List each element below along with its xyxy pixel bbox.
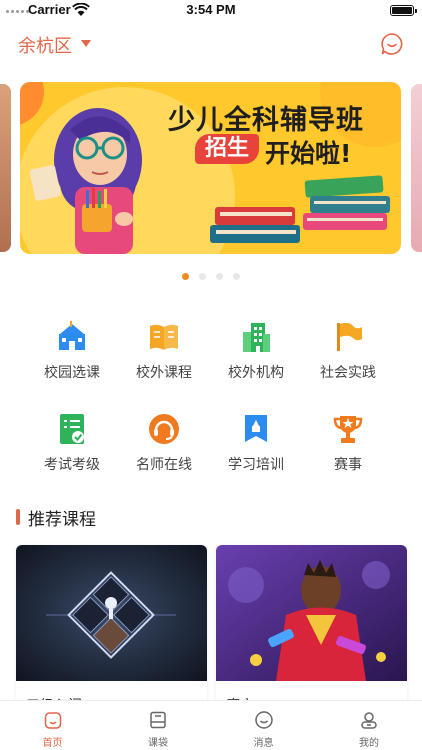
carousel-dot[interactable] <box>182 273 189 280</box>
banner-enroll-tag: 招生 <box>195 134 260 164</box>
category-item[interactable]: 名师在线 <box>118 410 210 480</box>
course-card[interactable]: 三级入门 <box>16 545 207 705</box>
carousel-dot[interactable] <box>233 273 240 280</box>
tab-course-bag[interactable]: 课袋 <box>106 701 211 750</box>
banner-next-slide[interactable] <box>411 84 422 252</box>
course-thumbnail <box>216 545 407 681</box>
checklist-icon <box>55 412 89 446</box>
tab-label: 课袋 <box>148 738 168 749</box>
bookmark-icon <box>239 412 273 446</box>
caret-down-icon[interactable] <box>81 40 91 47</box>
book-icon <box>147 320 181 354</box>
category-item[interactable]: 校园选课 <box>26 318 118 388</box>
chat-bubble-icon[interactable] <box>380 32 404 56</box>
tab-label: 消息 <box>253 738 274 749</box>
banner-carousel[interactable]: 少儿全科辅导班 招生 开始啦! <box>0 82 422 256</box>
banner-prev-slide[interactable] <box>0 84 11 252</box>
banner-slide[interactable]: 少儿全科辅导班 招生 开始啦! <box>20 82 401 254</box>
headset-icon <box>147 412 181 446</box>
category-label: 校园选课 <box>44 365 100 381</box>
category-item[interactable]: 赛事 <box>302 410 394 480</box>
message-icon <box>254 710 274 730</box>
banner-headline: 少儿全科辅导班 <box>168 105 364 136</box>
category-item[interactable]: 校外机构 <box>210 318 302 388</box>
battery-icon <box>390 5 417 16</box>
category-item[interactable]: 学习培训 <box>210 410 302 480</box>
category-label: 校外课程 <box>136 365 192 381</box>
banner-subheadline: 开始啦! <box>265 139 352 168</box>
status-time: 3:54 PM <box>186 2 236 17</box>
bottom-tab-bar: 首页 课袋 消息 我的 <box>0 700 422 750</box>
carousel-dot[interactable] <box>216 273 223 280</box>
course-card[interactable]: 魔方 <box>216 545 407 705</box>
trophy-icon <box>331 412 365 446</box>
category-label: 名师在线 <box>136 457 192 473</box>
flag-icon <box>331 320 365 354</box>
top-header: 余杭区 <box>0 26 422 62</box>
tab-profile[interactable]: 我的 <box>317 701 422 750</box>
tab-label: 我的 <box>359 738 379 749</box>
category-label: 学习培训 <box>228 457 284 473</box>
carousel-pagination <box>0 265 422 280</box>
section-accent-bar <box>16 509 20 525</box>
category-item[interactable]: 社会实践 <box>302 318 394 388</box>
building-icon <box>239 320 273 354</box>
category-item[interactable]: 考试考级 <box>26 410 118 480</box>
profile-icon <box>359 710 379 730</box>
section-title: 推荐课程 <box>28 510 96 530</box>
status-bar: Carrier 3:54 PM <box>0 0 422 22</box>
course-bag-icon <box>148 710 168 730</box>
category-item[interactable]: 校外课程 <box>118 318 210 388</box>
category-label: 考试考级 <box>44 457 100 473</box>
school-icon <box>55 320 89 354</box>
home-icon <box>43 710 63 730</box>
tab-label: 首页 <box>42 738 63 749</box>
location-selector[interactable]: 余杭区 <box>18 32 72 58</box>
tab-home[interactable]: 首页 <box>0 701 105 750</box>
category-label: 校外机构 <box>228 365 284 381</box>
course-thumbnail <box>16 545 207 681</box>
carousel-dot[interactable] <box>199 273 206 280</box>
category-label: 社会实践 <box>320 365 376 381</box>
category-label: 赛事 <box>334 457 362 473</box>
tab-message[interactable]: 消息 <box>211 701 316 750</box>
